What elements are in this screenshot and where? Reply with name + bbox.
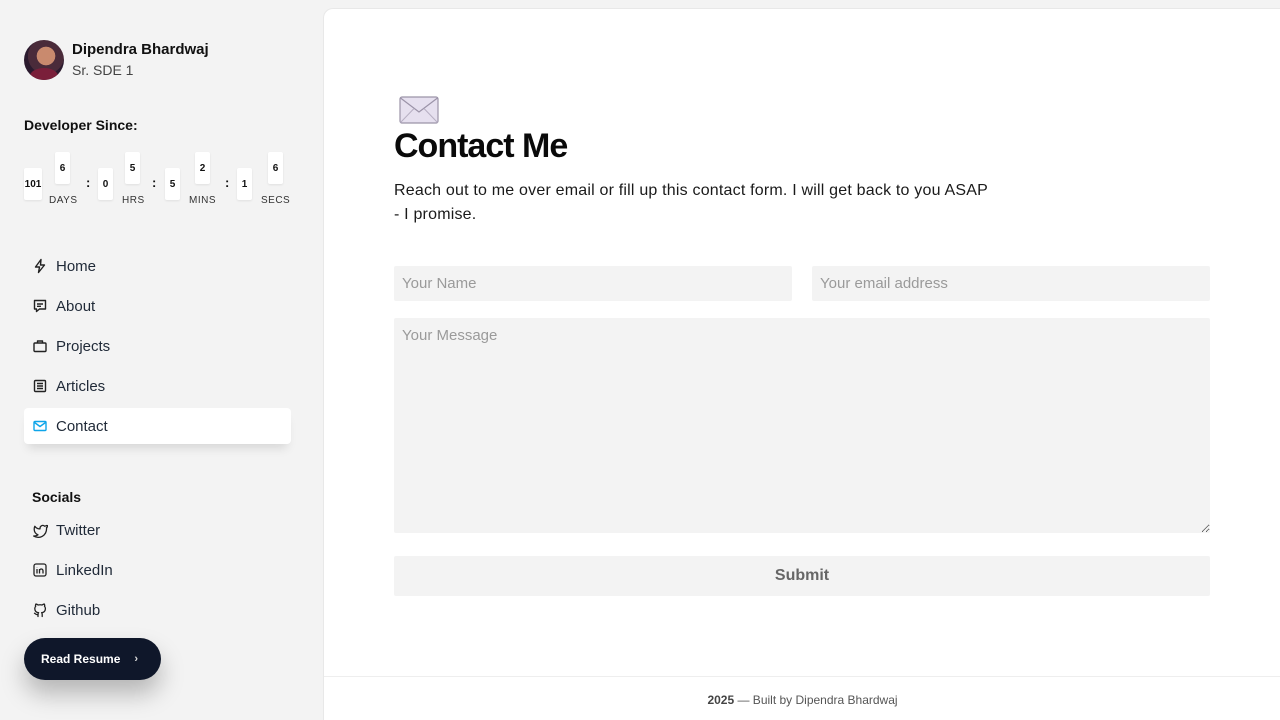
profile-role: Sr. SDE 1 bbox=[72, 62, 134, 78]
profile-name: Dipendra Bhardwaj bbox=[72, 41, 209, 58]
main-nav: Home About Projects Articles Contact bbox=[24, 248, 291, 448]
countdown-secs-units: 6 bbox=[268, 152, 283, 184]
nav-item-label: Projects bbox=[56, 337, 111, 355]
countdown-days-hundreds: 101 bbox=[24, 168, 42, 200]
linkedin-icon bbox=[32, 562, 48, 578]
submit-button[interactable]: Submit bbox=[394, 556, 1210, 596]
countdown-hours-units: 5 bbox=[125, 152, 140, 184]
nav-item-label: Articles bbox=[56, 377, 106, 395]
footer-text: — Built by Dipendra Bhardwaj bbox=[734, 693, 898, 707]
developer-since-title: Developer Since: bbox=[24, 117, 138, 133]
social-item-linkedin[interactable]: LinkedIn bbox=[24, 552, 291, 588]
nav-item-contact[interactable]: Contact bbox=[24, 408, 291, 444]
page-description: Reach out to me over email or fill up th… bbox=[394, 182, 988, 223]
message-textarea[interactable] bbox=[394, 318, 1210, 533]
countdown-separator: : bbox=[225, 175, 230, 190]
social-item-twitter[interactable]: Twitter bbox=[24, 512, 291, 548]
avatar bbox=[24, 40, 64, 80]
message-icon bbox=[32, 298, 48, 314]
page-title: Contact Me bbox=[394, 127, 568, 165]
profile: Dipendra Bhardwaj Sr. SDE 1 bbox=[24, 40, 209, 80]
briefcase-icon bbox=[32, 338, 48, 354]
main-panel: Contact Me Reach out to me over email or… bbox=[323, 8, 1280, 720]
countdown-hours-label: HRS bbox=[122, 195, 145, 206]
envelope-icon bbox=[399, 96, 439, 124]
countdown-separator: : bbox=[86, 175, 91, 190]
social-item-label: Github bbox=[56, 601, 101, 619]
countdown-hours-tens: 0 bbox=[98, 168, 113, 200]
mail-icon bbox=[32, 418, 48, 434]
social-item-label: Twitter bbox=[56, 521, 101, 539]
name-input[interactable] bbox=[394, 266, 792, 301]
read-resume-label: Read Resume bbox=[41, 652, 121, 666]
countdown-separator: : bbox=[152, 175, 157, 190]
countdown-days-units: 6 bbox=[55, 152, 70, 184]
footer: 2025 — Built by Dipendra Bhardwaj bbox=[324, 676, 1280, 720]
read-resume-button[interactable]: Read Resume › bbox=[24, 638, 161, 680]
nav-item-articles[interactable]: Articles bbox=[24, 368, 291, 404]
nav-item-home[interactable]: Home bbox=[24, 248, 291, 284]
countdown-days-label: DAYS bbox=[49, 195, 78, 206]
profile-text: Dipendra Bhardwaj Sr. SDE 1 bbox=[72, 40, 209, 80]
countdown-secs-label: SECS bbox=[261, 195, 291, 206]
socials-title: Socials bbox=[32, 489, 82, 505]
bolt-icon bbox=[32, 258, 48, 274]
social-item-label: LinkedIn bbox=[56, 561, 113, 579]
twitter-icon bbox=[32, 522, 48, 538]
github-icon bbox=[32, 602, 48, 618]
social-item-github[interactable]: Github bbox=[24, 592, 291, 628]
developer-since-countdown: 101 6 DAYS : 0 5 HRS : 5 2 MINS : 1 6 SE… bbox=[24, 152, 294, 212]
nav-item-label: Home bbox=[56, 257, 97, 275]
nav-item-label: Contact bbox=[56, 417, 108, 435]
countdown-mins-label: MINS bbox=[189, 195, 216, 206]
nav-item-about[interactable]: About bbox=[24, 288, 291, 324]
countdown-mins-units: 2 bbox=[195, 152, 210, 184]
countdown-secs-tens: 1 bbox=[237, 168, 252, 200]
footer-year: 2025 bbox=[707, 693, 735, 707]
email-input[interactable] bbox=[812, 266, 1210, 301]
chevron-right-icon: › bbox=[134, 653, 139, 665]
social-links: Twitter LinkedIn Github bbox=[24, 512, 291, 632]
nav-item-projects[interactable]: Projects bbox=[24, 328, 291, 364]
countdown-mins-tens: 5 bbox=[165, 168, 180, 200]
article-icon bbox=[32, 378, 48, 394]
nav-item-label: About bbox=[56, 297, 96, 315]
sidebar: Dipendra Bhardwaj Sr. SDE 1 Developer Si… bbox=[0, 0, 322, 720]
